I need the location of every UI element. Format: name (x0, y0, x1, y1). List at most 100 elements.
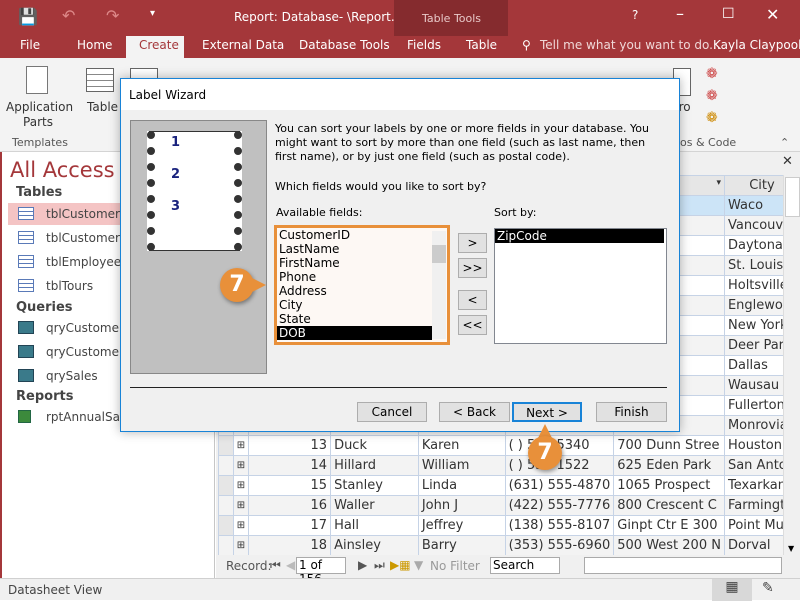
table-row[interactable]: ⊞ 15 Stanley Linda (631) 555-4870 1065 Prospe… (218, 475, 800, 496)
application-parts-button[interactable]: Application Parts (6, 100, 73, 130)
list-item[interactable]: FirstName (277, 256, 432, 270)
expand-icon[interactable]: ⊞ (232, 535, 250, 556)
search-input[interactable]: Search (490, 557, 560, 574)
row-selector[interactable] (218, 535, 234, 556)
address-cell[interactable]: 500 West 200 N (613, 535, 725, 556)
id-cell[interactable]: 17 (248, 515, 332, 536)
row-selector[interactable] (218, 475, 234, 496)
add-field-button[interactable]: > (458, 233, 487, 253)
first-name-cell[interactable]: William (417, 455, 506, 476)
address-cell[interactable]: Ginpt Ctr E 300 (613, 515, 725, 536)
vertical-scrollbar[interactable]: ▼ (783, 175, 800, 555)
last-name-cell[interactable]: Waller (330, 495, 419, 516)
last-name-cell[interactable]: Duck (330, 435, 419, 456)
available-fields-list[interactable]: CustomerID LastName FirstName Phone Address C… (274, 225, 450, 345)
last-name-cell[interactable]: Ainsley (330, 535, 419, 556)
tab-file[interactable]: File (20, 38, 40, 52)
list-item[interactable]: CustomerID (277, 228, 432, 242)
add-all-fields-button[interactable]: >> (458, 258, 487, 278)
remove-field-button[interactable]: < (458, 290, 487, 310)
first-name-cell[interactable]: John J (417, 495, 506, 516)
tab-table[interactable]: Table (466, 38, 497, 52)
row-selector[interactable] (218, 455, 234, 476)
customize-qat-icon[interactable]: ▾ (150, 8, 155, 19)
address-cell[interactable]: 700 Dunn Stree (613, 435, 725, 456)
tab-external-data[interactable]: External Data (202, 38, 284, 52)
expand-icon[interactable]: ⊞ (232, 435, 250, 456)
new-record-button[interactable]: ▶▦ (390, 558, 411, 572)
tell-me-input[interactable]: Tell me what you want to do... (540, 38, 721, 52)
close-tab-icon[interactable]: ✕ (782, 154, 793, 169)
user-name[interactable]: Kayla Claypool (713, 38, 800, 52)
remove-all-fields-button[interactable]: << (458, 315, 487, 335)
list-item[interactable]: DOB (277, 326, 432, 340)
expand-icon[interactable]: ⊞ (232, 455, 250, 476)
id-cell[interactable]: 15 (248, 475, 332, 496)
visual-basic-icon[interactable]: ❁ (706, 110, 718, 126)
id-cell[interactable]: 14 (248, 455, 332, 476)
address-cell[interactable]: 625 Eden Park (613, 455, 725, 476)
undo-icon[interactable]: ↶ (62, 6, 75, 25)
first-name-cell[interactable]: Karen (417, 435, 506, 456)
redo-icon[interactable]: ↷ (106, 6, 119, 25)
nav-section-reports[interactable]: Reports (16, 389, 73, 404)
maximize-button[interactable]: ☐ (722, 6, 735, 22)
class-module-icon[interactable]: ❁ (706, 88, 718, 104)
phone-cell[interactable]: (422) 555-7776 (504, 495, 615, 516)
table-button[interactable]: Table (87, 100, 118, 114)
nav-section-queries[interactable]: Queries (16, 300, 73, 315)
previous-record-button[interactable]: ◀ (286, 558, 295, 572)
phone-cell[interactable]: (138) 555-8107 (504, 515, 615, 536)
list-item[interactable]: Phone (277, 270, 432, 284)
row-selector[interactable] (218, 515, 234, 536)
no-filter-button[interactable]: No Filter (430, 559, 480, 573)
tab-fields[interactable]: Fields (407, 38, 441, 52)
minimize-button[interactable]: – (676, 4, 684, 23)
next-record-button[interactable]: ▶ (358, 558, 367, 572)
list-item[interactable]: ZipCode (495, 229, 664, 243)
last-record-button[interactable]: ⏭ (374, 558, 385, 573)
sort-by-list[interactable]: ZipCode (494, 228, 667, 344)
row-selector[interactable] (218, 435, 234, 456)
table-row[interactable]: ⊞ 16 Waller John J (422) 555-7776 800 Crescen… (218, 495, 800, 516)
module-icon[interactable]: ❁ (706, 66, 718, 82)
list-item[interactable]: LastName (277, 242, 432, 256)
table-row[interactable]: ⊞13DuckKaren( ) 555-5340700 Dunn StreeHo… (218, 435, 800, 456)
address-cell[interactable]: 800 Crescent C (613, 495, 725, 516)
close-button[interactable]: ✕ (766, 5, 779, 24)
row-selector[interactable] (218, 495, 234, 516)
expand-icon[interactable]: ⊞ (232, 515, 250, 536)
save-icon[interactable]: 💾 (18, 7, 38, 26)
list-item[interactable]: Address (277, 284, 432, 298)
table-row[interactable]: ⊞ 18 Ainsley Barry (353) 555-6960 500 West 20… (218, 535, 800, 556)
horizontal-scrollbar[interactable] (584, 557, 782, 574)
finish-button[interactable]: Finish (596, 402, 667, 422)
first-record-button[interactable]: ⏮ (270, 558, 281, 573)
table-row[interactable]: ⊞ 14 Hillard William( ) 555-1522 625 Eden Pa… (218, 455, 800, 476)
help-button[interactable]: ? (632, 8, 638, 22)
last-name-cell[interactable]: Hillard (330, 455, 419, 476)
back-button[interactable]: < Back (439, 402, 510, 422)
list-item[interactable]: City (277, 298, 432, 312)
last-name-cell[interactable]: Hall (330, 515, 419, 536)
list-item[interactable]: State (277, 312, 432, 326)
first-name-cell[interactable]: Barry (417, 535, 506, 556)
table-row[interactable]: ⊞ 17 Hall Jeffrey (138) 555-8107 Ginpt Ctr E … (218, 515, 800, 536)
id-cell[interactable]: 16 (248, 495, 332, 516)
phone-cell[interactable]: (631) 555-4870 (504, 475, 615, 496)
id-cell[interactable]: 13 (248, 435, 332, 456)
last-name-cell[interactable]: Stanley (330, 475, 419, 496)
next-button[interactable]: Next > (512, 402, 582, 422)
address-cell[interactable]: 1065 Prospect (613, 475, 725, 496)
design-view-button[interactable]: ✎ (762, 580, 774, 596)
expand-icon[interactable]: ⊞ (232, 475, 250, 496)
nav-section-tables[interactable]: Tables (16, 185, 62, 200)
tab-create[interactable]: Create (139, 38, 179, 52)
tab-database-tools[interactable]: Database Tools (299, 38, 390, 52)
record-number-input[interactable]: 1 of 156 (296, 557, 346, 586)
phone-cell[interactable]: (353) 555-6960 (504, 535, 615, 556)
collapse-ribbon-icon[interactable]: ⌃ (780, 136, 789, 149)
cancel-button[interactable]: Cancel (357, 402, 427, 422)
available-fields-scrollbar[interactable] (432, 231, 446, 339)
id-cell[interactable]: 18 (248, 535, 332, 556)
